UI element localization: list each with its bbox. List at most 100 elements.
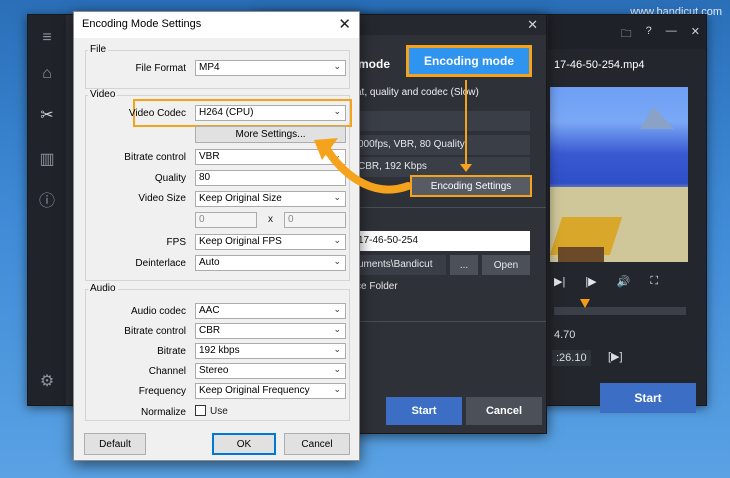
volume-icon[interactable]: 🔊 (617, 275, 631, 288)
mode-label: mode (358, 57, 391, 71)
audio-bitrate-control-select[interactable]: CBR ⌄ (195, 323, 346, 339)
quality-input[interactable]: 80 (195, 170, 346, 186)
open-button[interactable]: Open (482, 255, 530, 275)
time-end[interactable]: :26.10 (552, 350, 591, 366)
quality-label: Quality (154, 173, 186, 184)
gear-icon[interactable]: ⚙ (38, 373, 56, 391)
video-codec-value: H264 (CPU) (199, 107, 254, 118)
chevron-down-icon: ⌄ (333, 150, 341, 160)
home-icon[interactable]: ⌂ (38, 65, 56, 83)
chevron-down-icon: ⌄ (333, 256, 341, 266)
time-current: 4.70 (554, 329, 576, 341)
chevron-down-icon: ⌄ (333, 324, 341, 334)
frequency-value: Keep Original Frequency (199, 385, 310, 396)
audio-codec-value: AAC (199, 305, 220, 316)
seek-knob[interactable] (580, 299, 590, 308)
cut-icon[interactable]: ✂ (38, 107, 56, 125)
close-icon[interactable]: ✕ (691, 25, 700, 44)
video-dirt (558, 247, 604, 262)
deinterlace-label: Deinterlace (135, 258, 186, 269)
normalize-label: Normalize (140, 407, 186, 418)
dialog-title-bar: Encoding Mode Settings ✕ (74, 12, 359, 38)
deinterlace-value: Auto (199, 257, 220, 268)
file-format-value: MP4 (199, 62, 220, 73)
fps-value: Keep Original FPS (199, 236, 282, 247)
set-end-button[interactable]: [▶] (608, 350, 623, 363)
bitrate-select[interactable]: 192 kbps ⌄ (195, 343, 346, 359)
normalize-checkbox[interactable] (195, 405, 206, 416)
more-settings-button[interactable]: More Settings... (195, 126, 346, 143)
minimize-icon[interactable]: — (666, 25, 677, 44)
source-folder-option[interactable]: ce Folder (356, 281, 398, 292)
file-title: 17-46-50-254.mp4 (554, 59, 645, 71)
close-icon[interactable]: ✕ (338, 15, 351, 33)
browse-button[interactable]: ... (450, 255, 478, 275)
step-back-icon[interactable]: ▶| (554, 275, 565, 288)
audio-bitrate-control-value: CBR (199, 325, 221, 336)
join-icon[interactable]: ▥ (38, 151, 56, 169)
playback-controls: ▶| |▶ 🔊 ⛶ (554, 275, 658, 288)
bitrate-control-select[interactable]: VBR ⌄ (195, 149, 346, 165)
file-format-select[interactable]: MP4 ⌄ (195, 60, 346, 76)
fps-select[interactable]: Keep Original FPS ⌄ (195, 234, 346, 250)
filename-input[interactable]: 17-46-50-254 (356, 231, 530, 251)
help-icon[interactable]: ? (646, 25, 652, 44)
fullscreen-icon[interactable]: ⛶ (650, 275, 658, 288)
video-info-text: 000fps, VBR, 80 Quality (356, 135, 530, 155)
channel-select[interactable]: Stereo ⌄ (195, 363, 346, 379)
chevron-down-icon: ⌄ (333, 304, 341, 314)
default-button[interactable]: Default (84, 433, 146, 455)
video-size-label: Video Size (138, 193, 186, 204)
audio-bitrate-control-label: Bitrate control (124, 326, 186, 337)
video-codec-select[interactable]: H264 (CPU) ⌄ (195, 105, 346, 121)
ok-button[interactable]: OK (212, 433, 276, 455)
fps-label: FPS (166, 237, 186, 248)
menu-icon[interactable]: ≡ (38, 29, 56, 47)
info-icon[interactable]: ⓘ (38, 193, 56, 211)
divider (356, 321, 546, 322)
cancel-button[interactable]: Cancel (284, 433, 350, 455)
close-icon[interactable]: ✕ (527, 17, 538, 33)
video-island (640, 107, 674, 129)
audio-codec-select[interactable]: AAC ⌄ (195, 303, 346, 319)
chevron-down-icon: ⌄ (333, 192, 341, 202)
height-input[interactable]: 0 (284, 212, 346, 228)
step-forward-icon[interactable]: |▶ (585, 275, 596, 288)
audio-group-label: Audio (88, 283, 118, 294)
video-group-label: Video (88, 89, 118, 100)
chevron-down-icon: ⌄ (333, 384, 341, 394)
start-button[interactable]: Start (386, 397, 462, 425)
file-format-label: File Format (135, 63, 186, 74)
bitrate-value: 192 kbps (199, 345, 240, 356)
video-info (356, 111, 530, 131)
video-size-select[interactable]: Keep Original Size ⌄ (195, 191, 346, 207)
encoding-settings-button[interactable]: Encoding Settings (410, 175, 532, 197)
width-input[interactable]: 0 (195, 212, 257, 228)
bitrate-label: Bitrate (157, 346, 186, 357)
chevron-down-icon: ⌄ (333, 61, 341, 71)
side-rail: ≡ ⌂ ✂ ▥ ⓘ ⚙ (28, 15, 66, 405)
video-preview[interactable] (550, 87, 688, 262)
deinterlace-select[interactable]: Auto ⌄ (195, 255, 346, 271)
dialog-title: Encoding Mode Settings (82, 18, 202, 30)
channel-label: Channel (148, 366, 186, 377)
chevron-down-icon: ⌄ (333, 235, 341, 245)
file-group-label: File (88, 44, 109, 55)
encoding-mode-settings-dialog: Encoding Mode Settings ✕ File File Forma… (73, 11, 360, 461)
video-codec-label: Video Codec (128, 108, 186, 119)
seek-bar[interactable] (554, 299, 686, 315)
main-start-button[interactable]: Start (600, 383, 696, 413)
output-path: uments\Bandicut (356, 255, 446, 275)
encoding-mode-button[interactable]: Encoding mode (406, 45, 532, 77)
folder-icon[interactable]: 🗀 (621, 25, 632, 44)
chevron-down-icon: ⌄ (333, 364, 341, 374)
frequency-select[interactable]: Keep Original Frequency ⌄ (195, 383, 346, 399)
chevron-down-icon: ⌄ (333, 344, 341, 354)
cancel-button[interactable]: Cancel (466, 397, 542, 425)
preview-pane: 17-46-50-254.mp4 ▶| |▶ 🔊 ⛶ 4.70 :26.10 [… (548, 49, 706, 413)
chevron-down-icon: ⌄ (333, 106, 341, 116)
audio-codec-label: Audio codec (130, 306, 186, 317)
mode-description: at, quality and codec (Slow) (356, 87, 479, 98)
bitrate-control-label: Bitrate control (124, 152, 186, 163)
divider (356, 207, 546, 208)
